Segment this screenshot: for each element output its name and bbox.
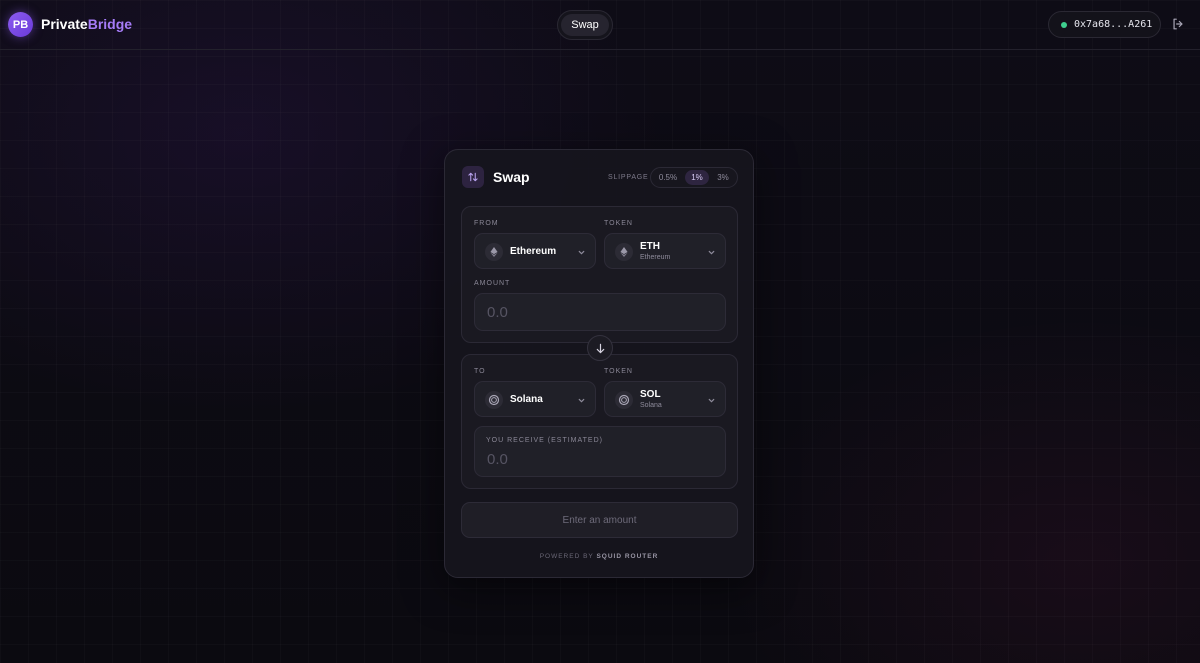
receive-value: 0.0 (487, 451, 508, 468)
to-token-symbol: SOL (640, 389, 661, 400)
ethereum-icon (615, 243, 633, 261)
from-panel: FROM TOKEN Ethereum ETH Ethereum AMOUNT (461, 206, 738, 343)
brand-name-part2: Bridge (87, 16, 133, 32)
to-panel: TO TOKEN Solana SOL Solana YOU RECEIVE (… (461, 354, 738, 489)
swap-action-button[interactable]: Enter an amount (461, 502, 738, 538)
to-label: TO (474, 368, 486, 375)
from-chain-select[interactable]: Ethereum (474, 233, 596, 269)
chevron-down-icon (578, 250, 585, 255)
chevron-down-icon (708, 250, 715, 255)
to-token-name: Solana (640, 402, 662, 409)
top-bar: PB PrivateBridge Swap 0x7a68...A261 (0, 0, 1200, 50)
powered-by-prefix: POWERED BY (539, 553, 594, 560)
nav-group: Swap (557, 10, 613, 40)
arrow-down-icon (596, 343, 604, 353)
brand-name: PrivateBridge (41, 16, 132, 32)
powered-by: POWERED BY SQUID ROUTER (445, 553, 753, 560)
chevron-down-icon (708, 398, 715, 403)
slippage-selector: 0.5% 1% 3% (650, 167, 738, 188)
logo-badge: PB (8, 12, 33, 37)
flip-direction-button[interactable] (587, 335, 613, 361)
from-chain-name: Ethereum (510, 246, 557, 257)
from-label: FROM (474, 220, 499, 227)
wallet-address: 0x7a68...A261 (1074, 19, 1153, 30)
chevron-down-icon (578, 398, 585, 403)
swap-card-icon (462, 166, 484, 188)
slippage-option-0-5[interactable]: 0.5% (654, 170, 682, 185)
from-token-name: Ethereum (640, 254, 671, 261)
from-token-label: TOKEN (604, 220, 633, 227)
to-token-select[interactable]: SOL Solana (604, 381, 726, 417)
swap-arrows-icon (468, 172, 478, 182)
card-title: Swap (493, 169, 530, 185)
to-token-label: TOKEN (604, 368, 633, 375)
receive-field: YOU RECEIVE (ESTIMATED) 0.0 (474, 426, 726, 477)
solana-icon (485, 391, 503, 409)
slippage-option-3[interactable]: 3% (711, 170, 735, 185)
brand-name-part1: Private (41, 16, 88, 32)
wallet-button[interactable]: 0x7a68...A261 (1048, 11, 1161, 38)
amount-label: AMOUNT (474, 280, 511, 287)
nav-swap-tab[interactable]: Swap (561, 14, 609, 36)
amount-field (474, 293, 726, 331)
slippage-option-1[interactable]: 1% (685, 170, 709, 185)
to-chain-name: Solana (510, 394, 543, 405)
to-chain-select[interactable]: Solana (474, 381, 596, 417)
ethereum-icon (485, 243, 503, 261)
slippage-label: SLIPPAGE (608, 174, 649, 181)
connected-status-dot (1061, 21, 1067, 28)
from-token-symbol: ETH (640, 241, 660, 252)
solana-icon (615, 391, 633, 409)
from-token-select[interactable]: ETH Ethereum (604, 233, 726, 269)
receive-label: YOU RECEIVE (ESTIMATED) (486, 437, 603, 444)
logout-icon[interactable] (1171, 17, 1185, 31)
swap-card: Swap SLIPPAGE 0.5% 1% 3% FROM TOKEN Ethe… (444, 149, 754, 578)
amount-input[interactable] (475, 294, 725, 330)
powered-by-provider: SQUID ROUTER (596, 553, 659, 560)
